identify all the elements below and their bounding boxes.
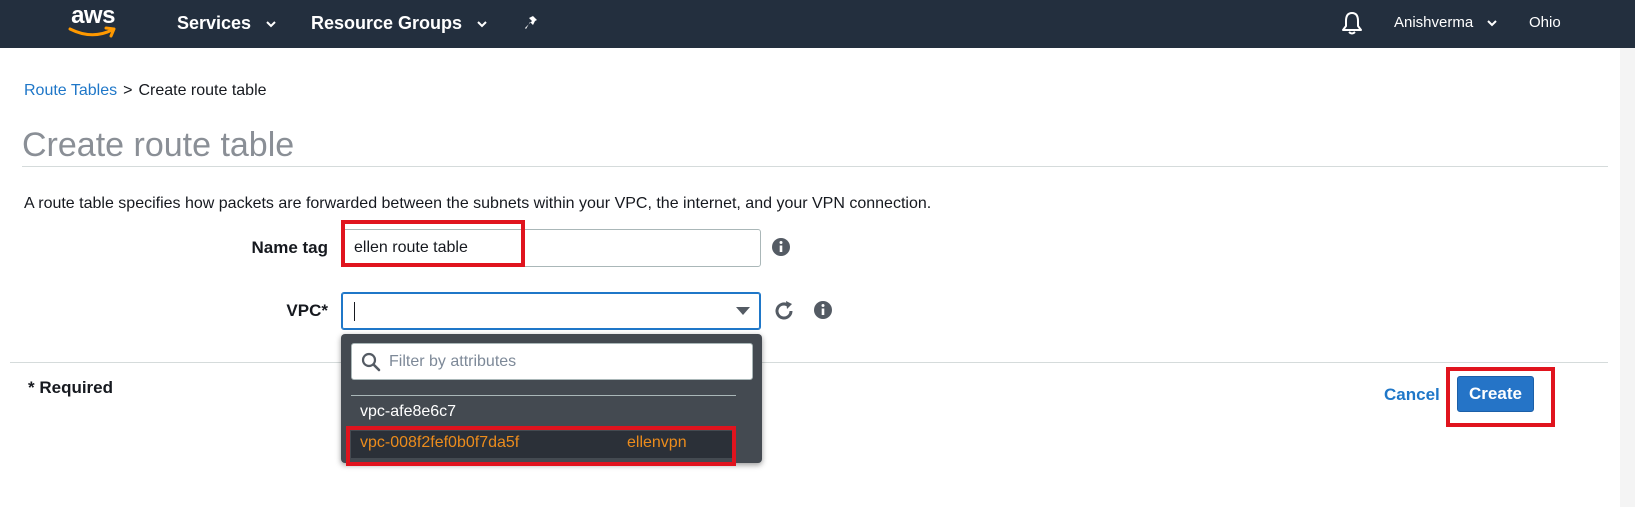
text-cursor [354, 302, 355, 321]
info-icon[interactable] [771, 237, 791, 257]
refresh-icon[interactable] [772, 299, 796, 323]
vpc-select[interactable] [341, 292, 761, 330]
chevron-down-icon [477, 21, 487, 28]
resource-groups-label: Resource Groups [311, 13, 463, 33]
dropdown-arrow-icon[interactable] [736, 307, 750, 315]
region-label: Ohio [1529, 14, 1561, 31]
create-highlight-box [1446, 367, 1555, 427]
page-title: Create route table [22, 126, 295, 164]
notifications-bell-icon[interactable] [1341, 11, 1363, 35]
vpc-option[interactable]: vpc-afe8e6c7 [360, 403, 456, 421]
services-menu[interactable]: Services [177, 0, 276, 48]
chevron-down-icon [1487, 19, 1498, 26]
search-icon [361, 352, 381, 372]
cancel-button[interactable]: Cancel [1384, 385, 1440, 405]
aws-logo[interactable]: aws [66, 3, 120, 43]
vpc-label: VPC* [286, 301, 328, 320]
region-menu[interactable]: Ohio [1529, 0, 1561, 48]
page-scrollbar[interactable] [1620, 48, 1635, 507]
vpc-option-id: vpc-afe8e6c7 [360, 403, 457, 420]
breadcrumb-current: Create route table [138, 82, 267, 99]
user-name: Anishverma [1394, 14, 1474, 31]
breadcrumb-route-tables-link[interactable]: Route Tables [24, 82, 117, 99]
footer-divider [10, 362, 1608, 363]
filter-input[interactable]: Filter by attributes [351, 343, 753, 380]
vpc-option-highlight-box [346, 426, 736, 466]
breadcrumb: Route Tables > Create route table [24, 82, 267, 100]
name-tag-highlight-box [341, 220, 525, 267]
filter-placeholder: Filter by attributes [389, 353, 517, 370]
name-tag-label: Name tag [251, 238, 328, 257]
chevron-down-icon [266, 21, 276, 28]
page-description: A route table specifies how packets are … [24, 195, 932, 212]
resource-groups-menu[interactable]: Resource Groups [311, 0, 487, 48]
pin-icon[interactable] [524, 13, 542, 33]
info-icon[interactable] [813, 300, 833, 320]
breadcrumb-separator: > [123, 82, 133, 99]
required-note: * Required [28, 378, 114, 397]
dropdown-divider [351, 395, 736, 396]
title-divider [22, 166, 1608, 167]
user-account-menu[interactable]: Anishverma [1394, 0, 1498, 48]
top-navigation-bar: aws Services Resource Groups Anishverma … [0, 0, 1635, 48]
services-label: Services [177, 13, 252, 33]
aws-smile-icon [68, 26, 116, 38]
